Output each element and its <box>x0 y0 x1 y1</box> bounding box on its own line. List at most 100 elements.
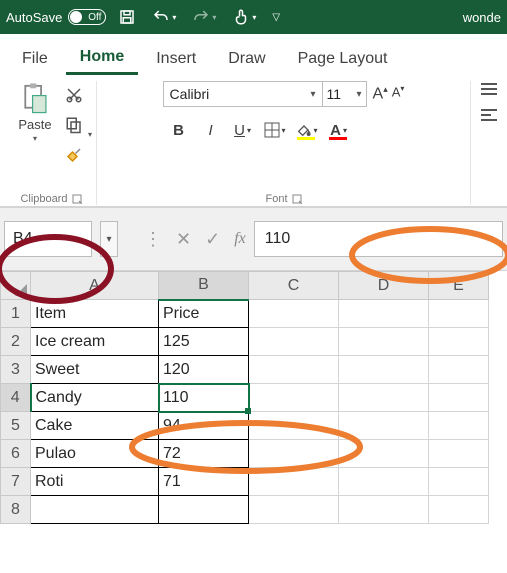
column-header-D[interactable]: D <box>339 272 429 300</box>
increase-font-button[interactable]: A▴ <box>373 84 388 103</box>
cell[interactable] <box>159 496 249 524</box>
formula-options-icon[interactable]: ⋮ <box>144 229 162 250</box>
font-size-select[interactable]: 11 ▾ <box>323 81 367 107</box>
group-alignment-partial <box>471 81 501 205</box>
cell[interactable] <box>249 412 339 440</box>
formula-bar-value: 110 <box>265 230 291 248</box>
undo-button[interactable]: ▾ <box>148 0 180 34</box>
cell[interactable] <box>429 328 489 356</box>
cell[interactable]: 125 <box>159 328 249 356</box>
fill-color-button[interactable]: ▾ <box>291 117 323 143</box>
bold-button[interactable]: B <box>163 117 195 143</box>
save-button[interactable] <box>114 0 140 34</box>
row-header[interactable]: 5 <box>1 412 31 440</box>
worksheet-grid[interactable]: A B C D E 1 Item Price 2 Ice cream 125 3… <box>0 271 507 524</box>
cancel-formula-button[interactable]: ✕ <box>176 229 191 250</box>
borders-button[interactable]: ▾ <box>259 117 291 143</box>
cell[interactable] <box>249 356 339 384</box>
underline-button[interactable]: U▾ <box>227 117 259 143</box>
name-box[interactable]: B4 <box>4 221 92 257</box>
tab-draw[interactable]: Draw <box>214 44 279 74</box>
cell[interactable] <box>429 468 489 496</box>
cell[interactable]: 94 <box>159 412 249 440</box>
tab-insert[interactable]: Insert <box>142 44 210 74</box>
tab-home[interactable]: Home <box>66 42 138 75</box>
column-header-E[interactable]: E <box>429 272 489 300</box>
row-header[interactable]: 8 <box>1 496 31 524</box>
cell[interactable] <box>339 384 429 412</box>
group-font: Calibri ▾ 11 ▾ A▴ A▾ B I U▾ ▾ <box>97 81 471 205</box>
cell[interactable]: Item <box>31 300 159 328</box>
cell[interactable]: Sweet <box>31 356 159 384</box>
decrease-font-button[interactable]: A▾ <box>392 84 405 103</box>
font-color-swatch <box>329 137 347 140</box>
row-header[interactable]: 1 <box>1 300 31 328</box>
cell[interactable] <box>339 356 429 384</box>
cell[interactable]: 72 <box>159 440 249 468</box>
cell[interactable] <box>339 496 429 524</box>
paste-button[interactable]: Paste ▾ <box>14 81 56 143</box>
cell[interactable] <box>429 300 489 328</box>
paste-label: Paste <box>18 117 51 132</box>
cell[interactable]: Candy <box>31 384 159 412</box>
cell[interactable] <box>339 440 429 468</box>
cell[interactable] <box>249 300 339 328</box>
cell[interactable] <box>429 496 489 524</box>
tab-file[interactable]: File <box>8 44 62 74</box>
fx-icon[interactable]: fx <box>234 230 246 248</box>
touch-mode-button[interactable]: ▾ <box>228 0 260 34</box>
align-icon-2[interactable] <box>479 107 499 123</box>
qat-customize-button[interactable]: ▽ <box>268 0 284 34</box>
cell[interactable] <box>339 300 429 328</box>
cell-active[interactable]: 110 <box>159 384 249 412</box>
cell[interactable] <box>249 440 339 468</box>
toggle-pill[interactable]: Off <box>68 9 106 25</box>
window-filename: wonde <box>463 10 501 25</box>
row-header[interactable]: 6 <box>1 440 31 468</box>
row-header[interactable]: 3 <box>1 356 31 384</box>
row-header[interactable]: 4 <box>1 384 31 412</box>
group-clipboard-label: Clipboard <box>20 193 81 205</box>
copy-button[interactable]: ▾ <box>60 111 88 139</box>
cell[interactable] <box>429 384 489 412</box>
row-header[interactable]: 2 <box>1 328 31 356</box>
cell[interactable] <box>429 440 489 468</box>
name-box-dropdown[interactable]: ▾ <box>100 221 118 257</box>
cell[interactable]: Ice cream <box>31 328 159 356</box>
format-painter-button[interactable] <box>60 141 88 169</box>
cell[interactable]: 71 <box>159 468 249 496</box>
cell[interactable]: Cake <box>31 412 159 440</box>
cell[interactable] <box>249 328 339 356</box>
cell[interactable] <box>31 496 159 524</box>
cell[interactable] <box>249 496 339 524</box>
italic-button[interactable]: I <box>195 117 227 143</box>
cell[interactable]: 120 <box>159 356 249 384</box>
cell[interactable] <box>429 356 489 384</box>
cell[interactable] <box>339 328 429 356</box>
cell[interactable] <box>249 384 339 412</box>
select-all-corner[interactable] <box>1 272 31 300</box>
cell[interactable] <box>339 412 429 440</box>
cell[interactable]: Pulao <box>31 440 159 468</box>
enter-formula-button[interactable]: ✓ <box>205 229 220 250</box>
column-header-B[interactable]: B <box>159 272 249 300</box>
cell[interactable] <box>249 468 339 496</box>
cell[interactable]: Price <box>159 300 249 328</box>
cut-button[interactable] <box>60 81 88 109</box>
formula-bar[interactable]: 110 <box>254 221 503 257</box>
column-header-A[interactable]: A <box>31 272 159 300</box>
redo-button[interactable]: ▾ <box>188 0 220 34</box>
column-header-C[interactable]: C <box>249 272 339 300</box>
font-color-button[interactable]: A ▾ <box>323 117 355 143</box>
font-name-select[interactable]: Calibri ▾ <box>163 81 323 107</box>
cell[interactable] <box>429 412 489 440</box>
row-header[interactable]: 7 <box>1 468 31 496</box>
ribbon-tabs: File Home Insert Draw Page Layout <box>0 34 507 75</box>
font-size-value: 11 <box>327 86 342 102</box>
align-icon[interactable] <box>479 81 499 97</box>
autosave-toggle[interactable]: AutoSave Off <box>6 9 106 25</box>
cell[interactable]: Roti <box>31 468 159 496</box>
group-clipboard: Paste ▾ ▾ Clipboard <box>6 81 97 205</box>
tab-page-layout[interactable]: Page Layout <box>284 44 402 74</box>
cell[interactable] <box>339 468 429 496</box>
